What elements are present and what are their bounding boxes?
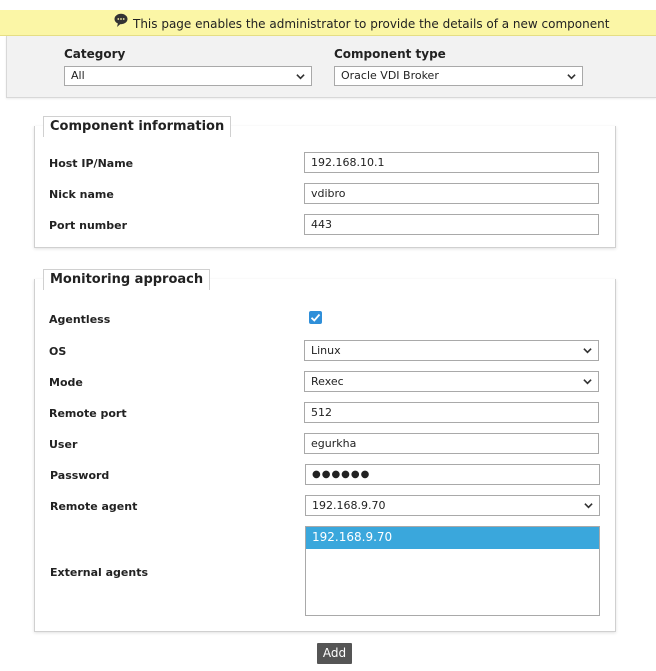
password-input[interactable]: ●●●●●● xyxy=(305,464,600,485)
port-number-input[interactable]: 443 xyxy=(304,214,599,235)
category-select-value: All xyxy=(71,69,85,82)
os-label: OS xyxy=(49,345,67,358)
chevron-down-icon xyxy=(296,74,305,80)
user-label: User xyxy=(49,438,78,451)
mode-label: Mode xyxy=(49,376,83,389)
component-type-select[interactable]: Oracle VDI Broker xyxy=(334,66,583,86)
component-info-legend: Component information xyxy=(43,116,232,137)
agentless-checkbox[interactable] xyxy=(309,311,322,324)
remote-agent-select-value: 192.168.9.70 xyxy=(312,499,386,512)
mode-select[interactable]: Rexec xyxy=(304,371,599,392)
host-input[interactable]: 192.168.10.1 xyxy=(304,152,599,173)
agentless-label: Agentless xyxy=(49,313,111,326)
external-agent-option[interactable]: 192.168.9.70 xyxy=(306,527,599,549)
chevron-down-icon xyxy=(584,503,593,509)
checkmark-icon xyxy=(310,313,321,322)
chevron-down-icon xyxy=(567,74,576,80)
os-select-value: Linux xyxy=(311,344,341,357)
component-type-label: Component type xyxy=(334,47,446,61)
monitoring-approach-legend: Monitoring approach xyxy=(43,269,211,290)
chevron-down-icon xyxy=(583,348,592,354)
os-select[interactable]: Linux xyxy=(304,340,599,361)
nick-name-label: Nick name xyxy=(49,188,114,201)
port-number-label: Port number xyxy=(49,219,128,232)
user-input[interactable]: egurkha xyxy=(304,433,599,454)
info-banner: This page enables the administrator to p… xyxy=(0,10,656,36)
remote-agent-label: Remote agent xyxy=(50,500,138,513)
password-label: Password xyxy=(50,469,110,482)
category-select[interactable]: All xyxy=(64,66,312,86)
add-button[interactable]: Add xyxy=(317,643,352,664)
remote-port-input[interactable]: 512 xyxy=(304,402,599,423)
remote-agent-select[interactable]: 192.168.9.70 xyxy=(305,495,600,516)
external-agents-listbox[interactable]: 192.168.9.70 xyxy=(305,526,600,616)
component-type-select-value: Oracle VDI Broker xyxy=(341,69,439,82)
external-agents-label: External agents xyxy=(50,566,149,579)
speech-bubble-icon xyxy=(114,13,128,27)
category-label: Category xyxy=(64,47,126,61)
mode-select-value: Rexec xyxy=(311,375,344,388)
host-label: Host IP/Name xyxy=(49,157,134,170)
nick-name-input[interactable]: vdibro xyxy=(304,183,599,204)
banner-message: This page enables the administrator to p… xyxy=(133,17,610,31)
chevron-down-icon xyxy=(583,379,592,385)
remote-port-label: Remote port xyxy=(49,407,127,420)
